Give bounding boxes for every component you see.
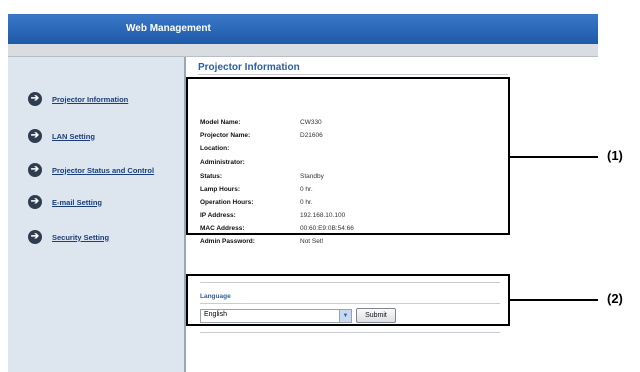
info-value: Not Set! <box>300 238 324 245</box>
callout-line-2 <box>508 299 598 301</box>
sidebar-item-projector-information[interactable]: ➔ Projector Information <box>28 91 128 107</box>
title-divider <box>198 74 508 75</box>
arrow-right-icon: ➔ <box>28 129 42 143</box>
sidebar-item-lan-setting[interactable]: ➔ LAN Setting <box>28 128 95 144</box>
arrow-right-icon: ➔ <box>28 163 42 177</box>
language-bottom-divider <box>200 332 500 333</box>
sidebar-item-email-setting[interactable]: ➔ E-mail Setting <box>28 194 102 210</box>
sidebar-item-label[interactable]: Projector Status and Control <box>52 166 154 175</box>
callout-box-1 <box>186 77 510 235</box>
callout-line-1 <box>508 156 598 158</box>
callout-label-2: (2) <box>607 291 623 306</box>
sidebar-item-label[interactable]: E-mail Setting <box>52 198 102 207</box>
arrow-right-icon: ➔ <box>28 230 42 244</box>
header-subbar <box>8 44 598 57</box>
arrow-right-icon: ➔ <box>28 195 42 209</box>
callout-box-2 <box>186 274 510 326</box>
page-title: Projector Information <box>198 62 300 73</box>
app-title: Web Management <box>126 23 211 34</box>
arrow-right-icon: ➔ <box>28 92 42 106</box>
sidebar-item-label[interactable]: Projector Information <box>52 95 128 104</box>
sidebar: ➔ Projector Information ➔ LAN Setting ➔ … <box>8 57 186 372</box>
header-bar: Web Management <box>8 14 598 44</box>
sidebar-item-label[interactable]: LAN Setting <box>52 132 95 141</box>
info-label: Admin Password: <box>200 238 255 245</box>
sidebar-item-projector-status-control[interactable]: ➔ Projector Status and Control <box>28 162 154 178</box>
callout-label-1: (1) <box>607 148 623 163</box>
sidebar-item-security-setting[interactable]: ➔ Security Setting <box>28 229 109 245</box>
sidebar-item-label[interactable]: Security Setting <box>52 233 109 242</box>
